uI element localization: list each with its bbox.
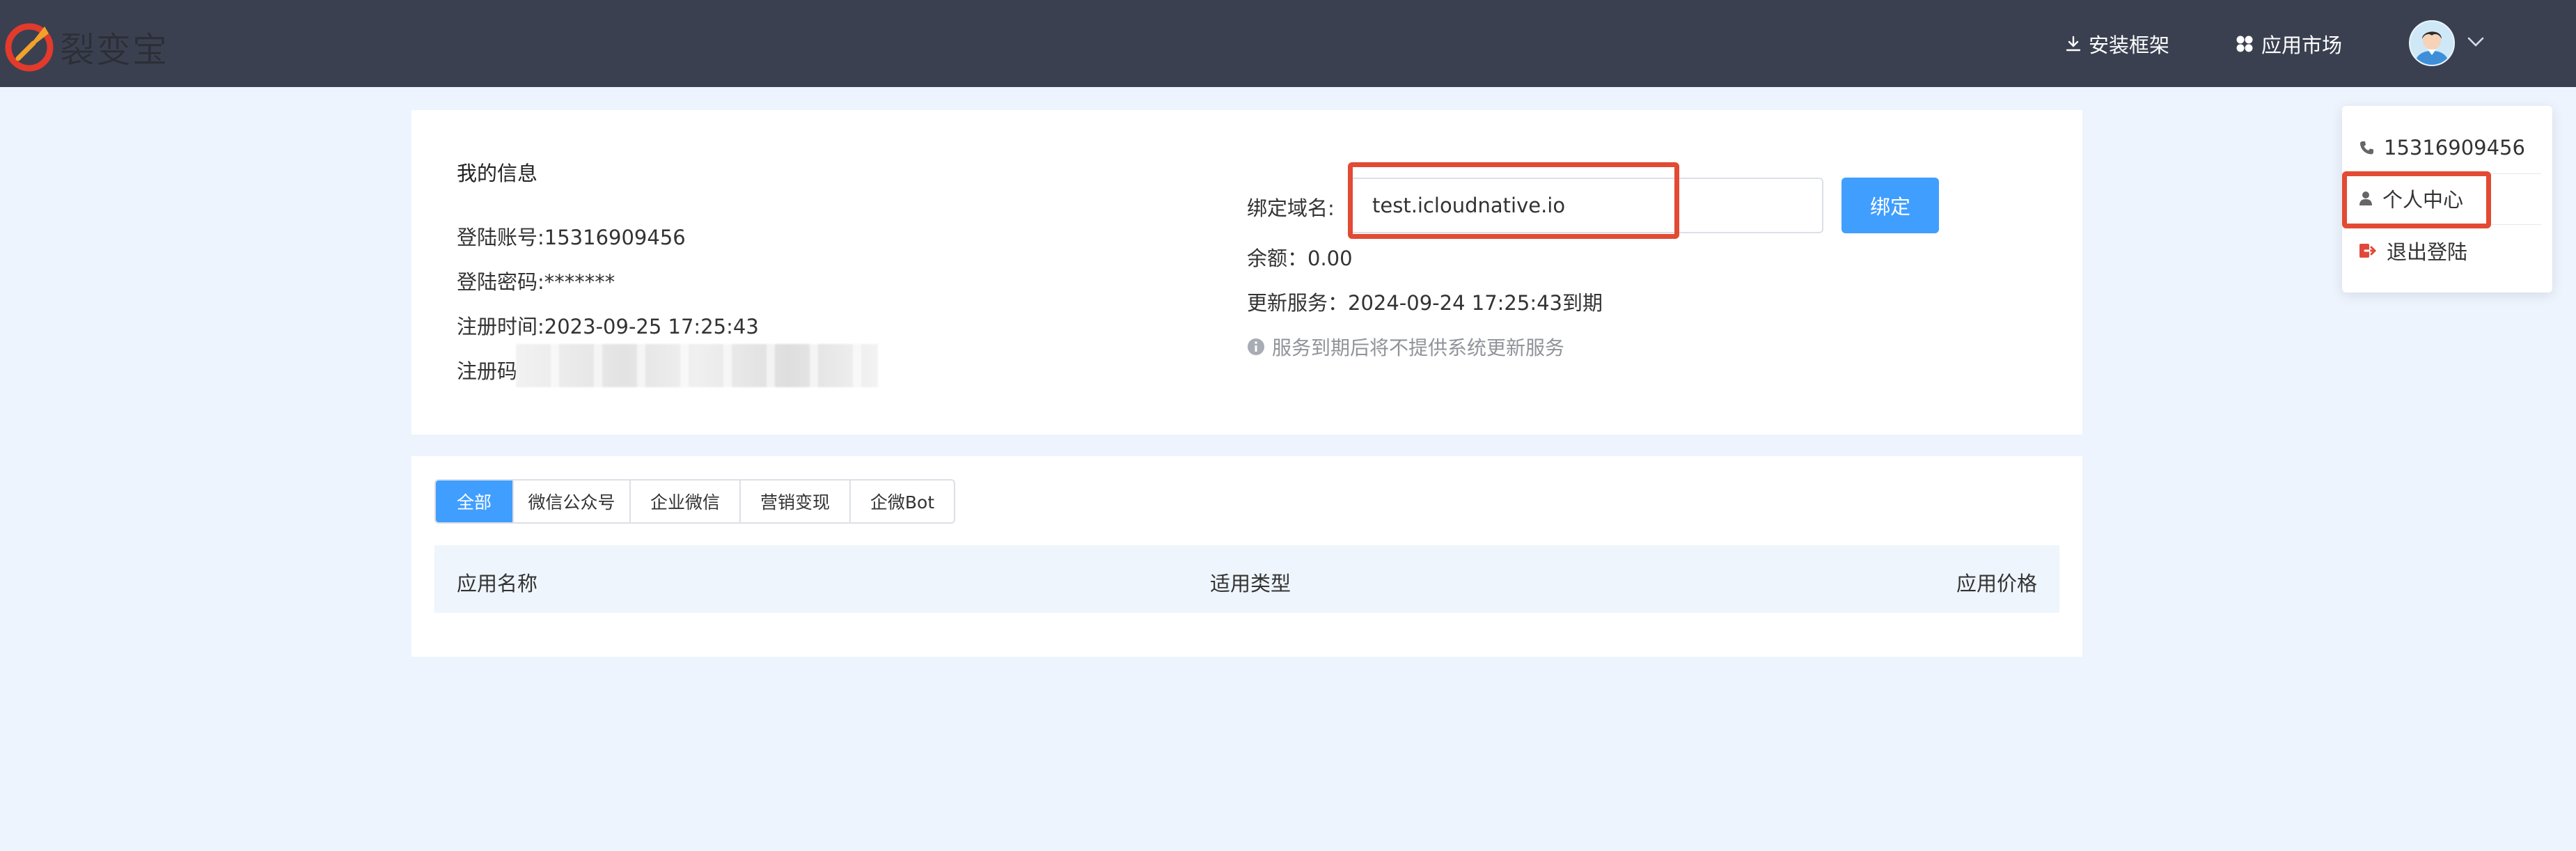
column-app-type: 适用类型 bbox=[1210, 572, 1291, 595]
service-tip-text: 服务到期后将不提供系统更新服务 bbox=[1272, 336, 1565, 359]
bind-domain-label: 绑定域名: bbox=[1247, 196, 1335, 220]
tab-marketing-monetization[interactable]: 营销变现 bbox=[741, 481, 851, 522]
my-info-title: 我的信息 bbox=[457, 162, 538, 185]
install-framework-link[interactable]: 安装框架 bbox=[2065, 26, 2169, 61]
tab-wecom-bot[interactable]: 企微Bot bbox=[851, 481, 954, 522]
install-framework-label: 安装框架 bbox=[2089, 33, 2170, 57]
user-icon bbox=[2359, 192, 2372, 205]
info-circle-icon bbox=[1248, 338, 1264, 355]
logout-icon bbox=[2359, 244, 2377, 258]
service-update-text: 更新服务：2024-09-24 17:25:43到期 bbox=[1247, 291, 1603, 315]
column-app-name: 应用名称 bbox=[457, 572, 538, 595]
tab-wecom[interactable]: 企业微信 bbox=[631, 481, 741, 522]
tab-wechat-official-account[interactable]: 微信公众号 bbox=[514, 481, 631, 522]
dropdown-phone-text: 15316909456 bbox=[2384, 136, 2525, 159]
tab-all[interactable]: 全部 bbox=[436, 481, 514, 522]
logo-text: 裂变宝 bbox=[60, 30, 168, 70]
user-dropdown-menu: 15316909456 个人中心 退出登陆 bbox=[2342, 106, 2552, 292]
logout-menu-item[interactable]: 退出登陆 bbox=[2342, 230, 2552, 272]
domain-input[interactable]: test.icloudnative.io bbox=[1350, 178, 1823, 233]
app-table-header: 应用名称 适用类型 应用价格 bbox=[434, 545, 2059, 613]
personal-center-menu-item[interactable]: 个人中心 bbox=[2342, 178, 2552, 219]
register-time-text: 注册时间:2023-09-25 17:25:43 bbox=[457, 315, 759, 338]
service-tip: 服务到期后将不提供系统更新服务 bbox=[1247, 333, 1564, 361]
user-avatar-icon bbox=[2410, 22, 2453, 65]
dropdown-divider bbox=[2359, 173, 2541, 174]
download-icon bbox=[2066, 36, 2081, 52]
top-header-bar: 裂变宝 安装框架 应用市场 bbox=[0, 0, 2576, 87]
column-app-price: 应用价格 bbox=[1956, 572, 2037, 595]
login-account-text: 登陆账号:15316909456 bbox=[457, 226, 686, 249]
personal-center-label: 个人中心 bbox=[2382, 188, 2464, 212]
avatar[interactable] bbox=[2409, 20, 2455, 66]
logout-label: 退出登陆 bbox=[2387, 240, 2468, 264]
phone-icon bbox=[2360, 141, 2373, 155]
grid-four-dots-icon bbox=[2236, 36, 2253, 52]
login-password-text: 登陆密码:******* bbox=[457, 270, 615, 294]
dropdown-phone: 15316909456 bbox=[2342, 127, 2552, 169]
app-category-tabs: 全部 微信公众号 企业微信 营销变现 企微Bot bbox=[434, 479, 955, 524]
bind-button[interactable]: 绑定 bbox=[1841, 178, 1939, 233]
dropdown-divider bbox=[2359, 224, 2541, 225]
app-market-label: 应用市场 bbox=[2261, 33, 2343, 57]
chevron-down-icon[interactable] bbox=[2466, 35, 2485, 49]
register-code-label: 注册码 bbox=[457, 359, 518, 383]
register-code-blurred bbox=[516, 344, 878, 387]
logo-mark-icon bbox=[5, 23, 54, 72]
app-market-link[interactable]: 应用市场 bbox=[2235, 26, 2342, 61]
logo[interactable]: 裂变宝 bbox=[3, 14, 184, 72]
balance-text: 余额：0.00 bbox=[1247, 247, 1353, 270]
app-list-card: 全部 微信公众号 企业微信 营销变现 企微Bot 应用名称 适用类型 应用价格 bbox=[411, 456, 2082, 657]
